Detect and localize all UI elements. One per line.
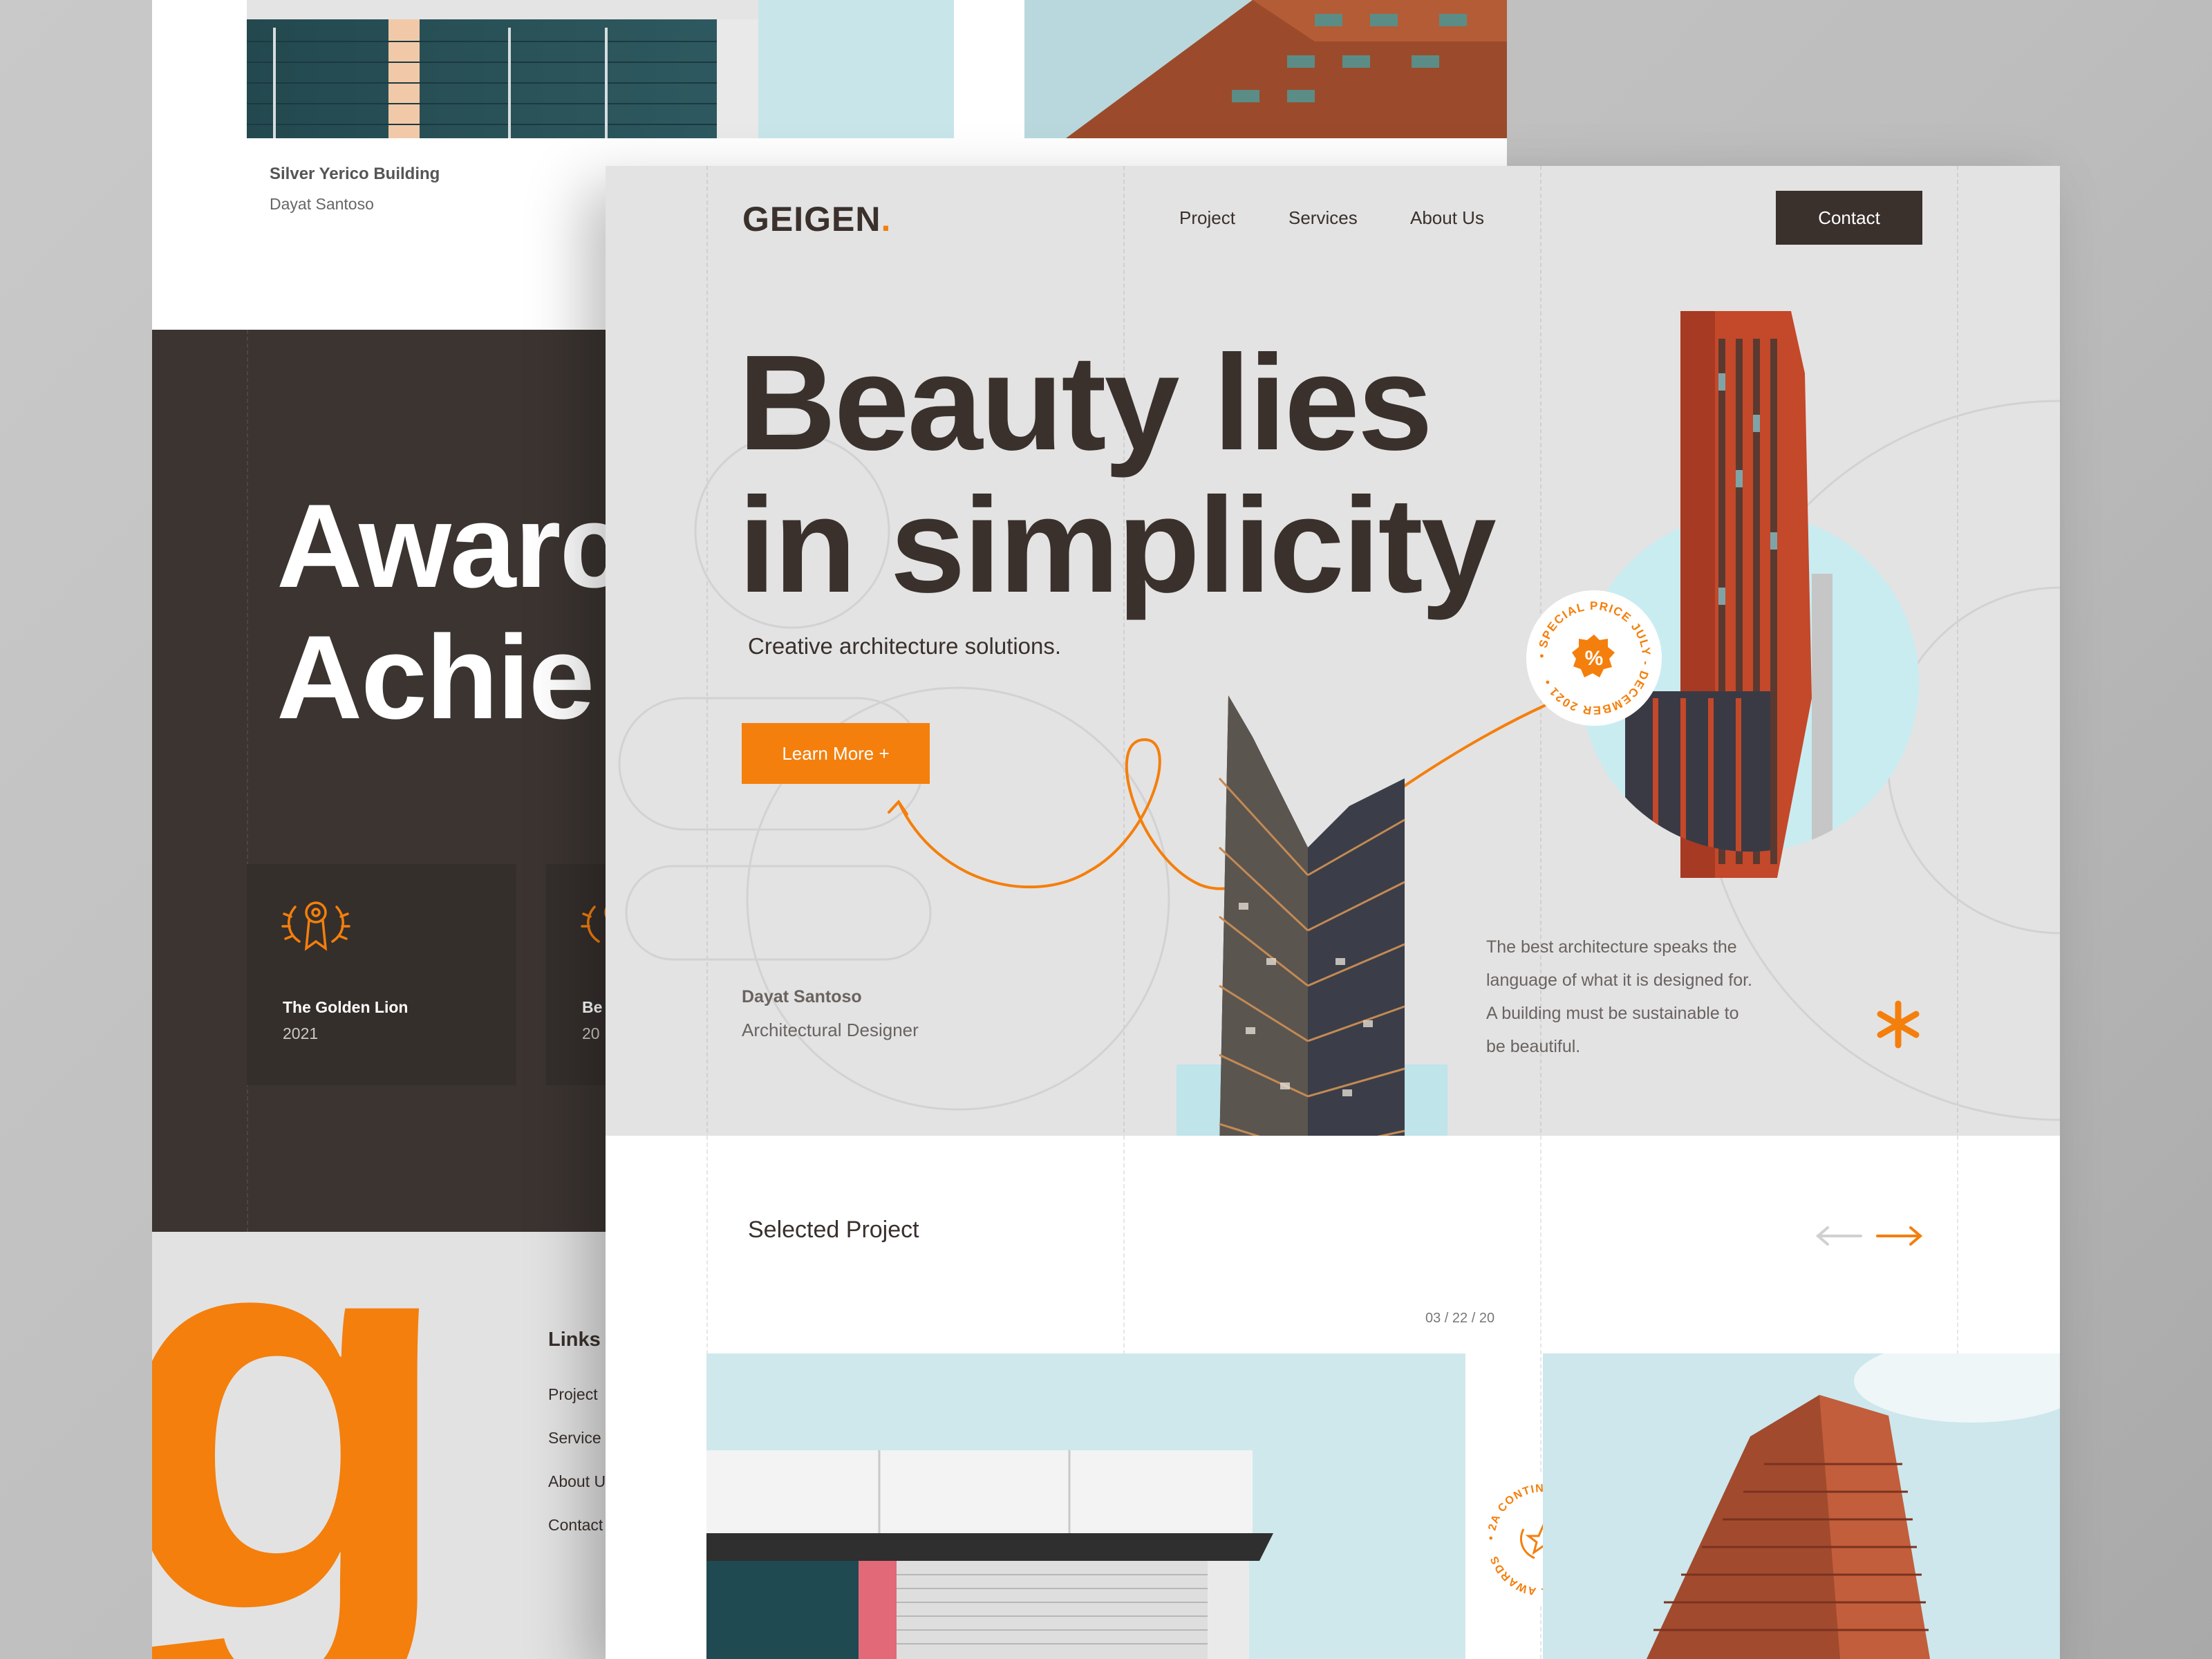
award-title: The Golden Lion [283, 998, 409, 1016]
award-title: Be [582, 998, 603, 1016]
awards-heading-line2: Achie [276, 611, 594, 744]
quote-line: A building must be sustainable to [1486, 1004, 1739, 1023]
asterisk-icon [1877, 1000, 1920, 1049]
footer-links-heading: Links [548, 1329, 601, 1351]
quote-line: The best architecture speaks the [1486, 937, 1737, 957]
special-price-badge[interactable]: • SPECIAL PRICE JULY - DECEMBER 2021 • % [1525, 589, 1663, 727]
project-caption-author: Dayat Santoso [270, 195, 374, 213]
footer-link-service[interactable]: Service [548, 1429, 601, 1447]
project-image-2[interactable] [1543, 1353, 2060, 1659]
awards-heading-line1: Awarc [276, 480, 626, 612]
footer-link-about[interactable]: About U [548, 1472, 606, 1491]
front-page: GEIGEN. Project Services About Us Contac… [606, 166, 2060, 1659]
footer-logo-letter: g [152, 1232, 457, 1659]
project-image-silver-yerico[interactable] [247, 0, 758, 138]
arrow-left-icon[interactable] [1815, 1226, 1864, 1246]
designer-role: Architectural Designer [742, 1020, 919, 1040]
sky-image [758, 0, 954, 138]
laurel-trophy-icon [281, 901, 350, 951]
award-card[interactable]: The Golden Lion 2021 [247, 864, 516, 1085]
badge-percent-symbol: % [1585, 647, 1604, 670]
selected-project-section: Selected Project 03 / 22 / 20 • 2A CONTI… [606, 1136, 2060, 1659]
footer-link-project[interactable]: Project [548, 1385, 598, 1404]
quote-line: be beautiful. [1486, 1037, 1581, 1056]
selected-project-title: Selected Project [748, 1217, 919, 1243]
award-year: 20 [582, 1024, 600, 1042]
project-caption-title: Silver Yerico Building [270, 165, 440, 183]
project-image-1[interactable] [706, 1353, 1465, 1659]
gridline [247, 330, 248, 1232]
project-date: 03 / 22 / 20 [1425, 1311, 1495, 1326]
quote-line: language of what it is designed for. [1486, 971, 1752, 990]
arrow-right-icon[interactable] [1875, 1226, 1923, 1246]
footer-link-contact[interactable]: Contact [548, 1516, 603, 1535]
award-year: 2021 [283, 1024, 319, 1042]
designer-name: Dayat Santoso [742, 987, 862, 1006]
quote: The best architecture speaks the languag… [1486, 930, 1790, 1063]
project-image-red-tower[interactable] [1024, 0, 1507, 138]
